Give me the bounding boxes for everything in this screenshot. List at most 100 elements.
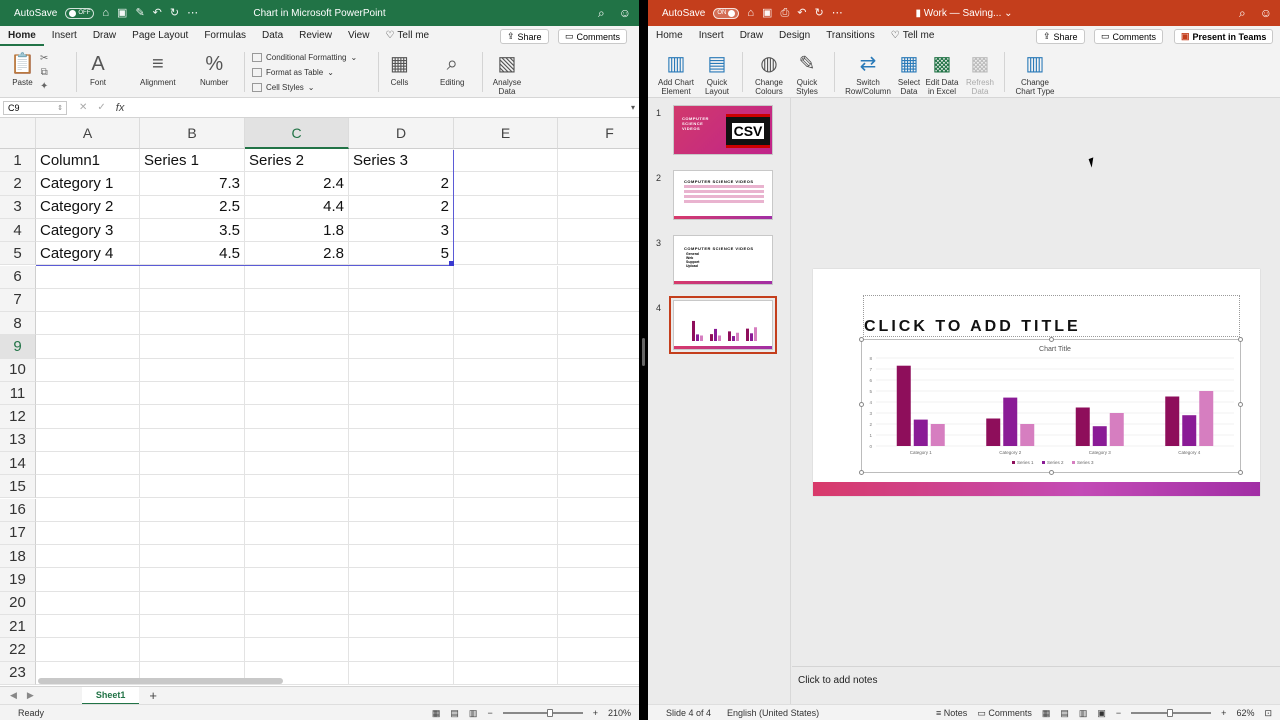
cell-f19[interactable] <box>558 568 639 592</box>
cell-c13[interactable] <box>245 428 349 452</box>
row-header-7[interactable]: 7 <box>0 288 36 313</box>
more-icon[interactable]: ⋯ <box>187 7 198 19</box>
cell-c5[interactable]: 2.8 <box>245 242 349 266</box>
cell-a8[interactable] <box>36 312 140 336</box>
row-header-4[interactable]: 4 <box>0 218 36 243</box>
cell-d13[interactable] <box>349 428 454 452</box>
row-header-5[interactable]: 5 <box>0 242 36 266</box>
cell-c17[interactable] <box>245 521 349 546</box>
cell-b7[interactable] <box>140 288 245 313</box>
cell-b8[interactable] <box>140 312 245 336</box>
comments-button[interactable]: ▭ Comments <box>558 29 628 44</box>
zoom-level[interactable]: 62% <box>1236 708 1254 718</box>
page-break-icon[interactable]: ▥ <box>469 708 478 719</box>
cell-d14[interactable] <box>349 451 454 476</box>
row-header-18[interactable]: 18 <box>0 545 36 569</box>
chart-title[interactable]: Chart Title <box>1039 346 1071 353</box>
cell-c16[interactable] <box>245 498 349 522</box>
fit-to-window-icon[interactable]: ⊡ <box>1264 708 1272 719</box>
cell-f20[interactable] <box>558 592 639 615</box>
cell-b14[interactable] <box>140 451 245 476</box>
column-header-f[interactable]: F <box>558 118 639 149</box>
cell-f14[interactable] <box>558 452 639 476</box>
row-header-21[interactable]: 21 <box>0 615 36 639</box>
cell-a7[interactable] <box>36 288 140 313</box>
cell-a15[interactable] <box>36 475 140 499</box>
row-header-9[interactable]: 9 <box>0 335 36 359</box>
paste-button[interactable]: 📋 Paste <box>10 50 35 88</box>
row-header-22[interactable]: 22 <box>0 638 36 662</box>
search-icon[interactable]: ⌕ <box>1239 6 1246 21</box>
cell-a11[interactable] <box>36 382 140 406</box>
column-header-c[interactable]: C <box>245 118 349 149</box>
tab-data[interactable]: Data <box>254 26 291 46</box>
zoom-out-icon[interactable]: − <box>1116 708 1121 718</box>
bar-series-3-category-4[interactable] <box>1199 391 1214 446</box>
tab-draw[interactable]: Draw <box>85 26 124 46</box>
name-box[interactable]: C9 ⇕ <box>3 100 67 115</box>
cell-b5[interactable]: 4.5 <box>140 242 245 266</box>
cell-a13[interactable] <box>36 428 140 452</box>
cell-d15[interactable] <box>349 475 454 499</box>
zoom-out-icon[interactable]: − <box>487 708 492 718</box>
autosave-toggle[interactable]: OFF <box>65 7 95 19</box>
cell-d22[interactable] <box>349 638 454 662</box>
cell-e12[interactable] <box>454 405 558 429</box>
cell-c3[interactable]: 4.4 <box>245 195 349 219</box>
cell-b20[interactable] <box>140 591 245 615</box>
cell-b17[interactable] <box>140 521 245 546</box>
edit-icon[interactable]: ✎ <box>135 7 144 19</box>
bar-chart[interactable]: Chart Title 0 1 2 3 4 5 6 7 8 Category 1 Category 2… <box>862 340 1242 474</box>
row-header-20[interactable]: 20 <box>0 591 36 615</box>
zoom-in-icon[interactable]: + <box>1221 708 1226 718</box>
cell-d9[interactable] <box>349 335 454 359</box>
cell-c9[interactable] <box>245 335 349 359</box>
cell-a4[interactable]: Category 3 <box>36 218 140 243</box>
change-chart-type-button[interactable]: ▥ Change Chart Type <box>1012 50 1058 97</box>
cell-f7[interactable] <box>558 289 639 313</box>
tab-view[interactable]: View <box>340 26 378 46</box>
account-icon[interactable]: ☺ <box>619 6 631 20</box>
cell-d17[interactable] <box>349 521 454 546</box>
column-header-b[interactable]: B <box>140 118 245 149</box>
bar-series-2-category-1[interactable] <box>913 419 928 446</box>
legend-entry[interactable]: Series 2 <box>1047 460 1064 465</box>
resize-handle[interactable] <box>859 337 864 342</box>
bar-series-1-category-1[interactable] <box>896 365 911 446</box>
row-header-23[interactable]: 23 <box>0 661 36 685</box>
insert-function-button[interactable]: fx <box>116 102 125 114</box>
cell-e11[interactable] <box>454 382 558 406</box>
tell-me[interactable]: ♡ Tell me <box>377 26 437 46</box>
cell-b2[interactable]: 7.3 <box>140 172 245 196</box>
resize-handle[interactable] <box>1049 337 1054 342</box>
cell-e20[interactable] <box>454 591 558 615</box>
cell-c6[interactable] <box>245 265 349 289</box>
tab-home[interactable]: Home <box>0 26 44 46</box>
present-in-teams-button[interactable]: ▣ Present in Teams <box>1174 29 1274 44</box>
cell-b10[interactable] <box>140 358 245 382</box>
cell-c1[interactable]: Series 2 <box>245 149 349 173</box>
cell-f9[interactable] <box>558 335 639 359</box>
row-header-10[interactable]: 10 <box>0 358 36 382</box>
comments-button[interactable]: ▭ Comments <box>1094 29 1164 44</box>
cell-e15[interactable] <box>454 475 558 499</box>
normal-view-icon[interactable]: ▦ <box>1042 708 1051 719</box>
zoom-level[interactable]: 210% <box>608 708 631 718</box>
save-icon[interactable]: ▣ <box>762 7 772 19</box>
notes-pane[interactable]: Click to add notes <box>792 666 1280 704</box>
cell-b22[interactable] <box>140 638 245 662</box>
page-layout-icon[interactable]: ▤ <box>450 708 459 719</box>
cell-e23[interactable] <box>454 661 558 685</box>
row-header-1[interactable]: 1 <box>0 149 36 173</box>
tab-draw[interactable]: Draw <box>732 26 771 46</box>
cell-c15[interactable] <box>245 475 349 499</box>
cell-b16[interactable] <box>140 498 245 522</box>
cell-b3[interactable]: 2.5 <box>140 195 245 219</box>
cell-b12[interactable] <box>140 405 245 429</box>
cell-f21[interactable] <box>558 615 639 639</box>
cell-f18[interactable] <box>558 545 639 569</box>
cell-a17[interactable] <box>36 521 140 546</box>
cell-f1[interactable] <box>558 149 639 173</box>
cell-f2[interactable] <box>558 172 639 196</box>
bar-series-1-category-2[interactable] <box>986 418 1001 447</box>
